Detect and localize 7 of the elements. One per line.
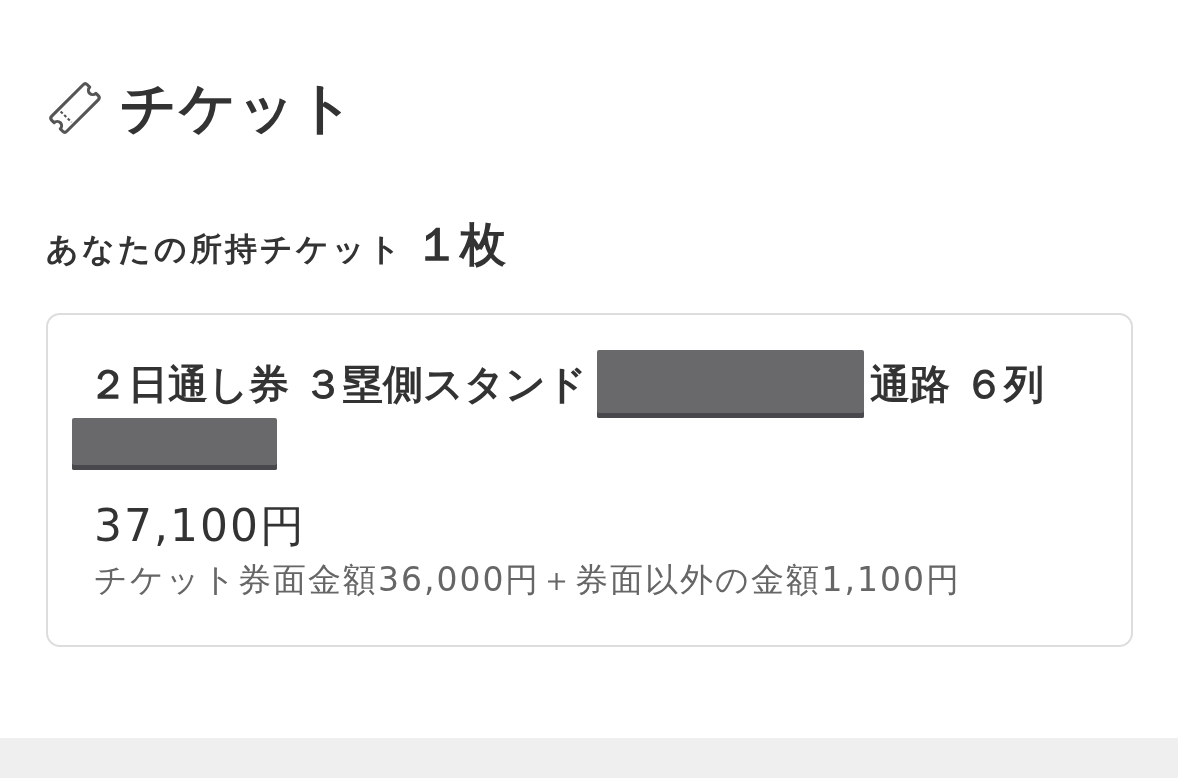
ticket-count: １枚 bbox=[414, 217, 506, 273]
owned-tickets-label: あなたの所持チケット bbox=[46, 230, 404, 269]
page-title: チケット bbox=[120, 74, 356, 142]
price-breakdown: チケット券面金額36,000円＋券面以外の金額1,100円 bbox=[94, 560, 962, 600]
ticket-name-text: 通路 ６列 bbox=[869, 360, 1044, 409]
ticket-price: 37,100円 bbox=[94, 500, 307, 554]
ticket-name-text: ２日通し券 ３塁側スタンド bbox=[88, 360, 587, 409]
